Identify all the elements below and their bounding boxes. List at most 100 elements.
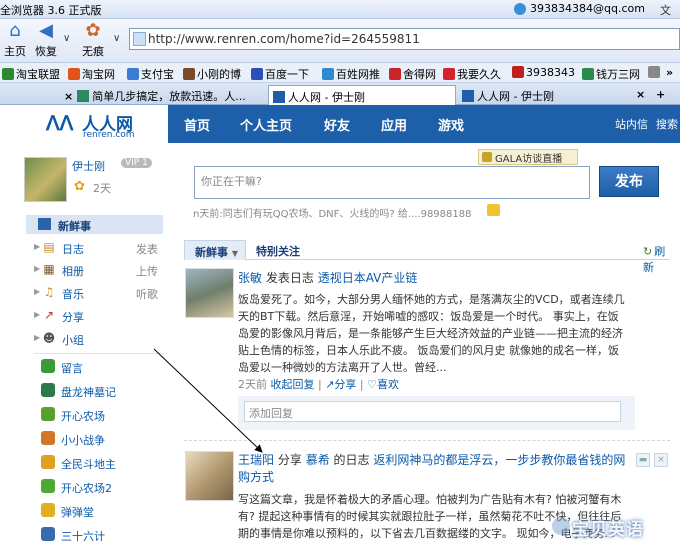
app-icon [41,455,55,469]
feed-user[interactable]: 张敏 [238,271,262,285]
nav-friends[interactable]: 好友 [324,115,350,134]
profile-name[interactable]: 伊士刚 [72,158,105,174]
favorite-item[interactable]: 3938343 [512,66,575,79]
home-icon: ⌂ [9,20,21,41]
favorite-item[interactable]: 钱万三网 [582,66,640,82]
avatar[interactable] [185,268,234,318]
vip-badge[interactable]: VIP 1 [121,158,152,168]
app-item[interactable]: 留言 [41,358,166,376]
no-trace-button[interactable]: ✿ 无痕 [78,21,108,59]
nav-profile[interactable]: 个人主页 [240,115,292,134]
browser-tab-active[interactable]: 人人网 - 伊士刚 [268,85,456,105]
publish-button[interactable]: 发布 [599,166,659,197]
sidebar-item-share[interactable]: ▶ ↗ 分享 [34,307,164,325]
account-email[interactable]: 393834384@qq.com [530,2,645,15]
chevron-down-icon[interactable]: ∨ [63,33,70,44]
sidebar-item-action[interactable]: 听歌 [136,286,158,302]
feed-user[interactable]: 王瑞阳 [238,453,274,467]
logo-mark-icon: ᐱᐱ [46,111,74,135]
app-item[interactable]: 开心农场 [41,406,166,424]
app-label: 三十六计 [61,530,105,543]
nav-apps[interactable]: 应用 [381,115,407,134]
favorite-icon [512,66,524,78]
sidebar-item-group[interactable]: ▶ ☻ 小组 [34,330,164,348]
chevron-down-icon[interactable]: ∨ [113,33,120,44]
reply-placeholder: 添加回复 [249,407,293,420]
sidebar-item-fresh[interactable]: 新鲜事 [26,215,163,234]
sidebar-item-action[interactable]: 发表 [136,241,158,257]
avatar[interactable] [185,451,234,501]
app-item[interactable]: 全民斗地主 [41,454,166,472]
favorite-item[interactable]: 淘宝网 [68,66,115,82]
reply-input[interactable]: 添加回复 [244,401,621,422]
nav-search[interactable]: 搜索 [656,116,678,132]
window-titlebar: 全浏览器 3.6 正式版 393834384@qq.com 文件 [0,0,680,33]
favorite-item[interactable]: 百姓网推 [322,66,380,82]
share-label: 分享 [334,378,357,391]
collapse-reply-link[interactable]: 收起回复 [271,378,315,391]
address-url[interactable]: http://www.renren.com/home?id=264559811 [148,32,420,46]
sidebar-item-journal[interactable]: ▶ ▤ 日志 发表 [34,239,164,257]
favorite-item[interactable]: 支付宝 [127,66,174,82]
sidebar-item-action[interactable]: 上传 [136,263,158,279]
new-tab-icon[interactable]: + [652,85,669,105]
expand-arrow-icon[interactable]: ▶ [34,310,40,319]
close-icon[interactable]: × [654,453,668,467]
favorite-icon [322,68,334,80]
favorite-item[interactable]: 我要久久 [443,66,501,82]
minimize-icon[interactable]: ▬ [636,453,650,467]
back-arrow-icon: ◀ [39,20,53,41]
nav-home[interactable]: 首页 [184,115,210,134]
feed-header: 张敏 发表日志 透视日本AV产业链 [238,269,417,286]
status-input[interactable]: 你正在干嘛? [194,166,590,199]
browser-tab[interactable]: 人人网 - 伊士刚 [458,85,628,105]
favorites-overflow-icon[interactable]: » [666,66,673,79]
renren-logo[interactable]: ᐱᐱ 人人网 renren.com [0,105,168,143]
app-label: 开心农场 [61,410,105,423]
favorite-item[interactable]: 舍得网 [389,66,436,82]
feed-owner-suffix: 的日志 [333,453,370,467]
close-icon[interactable]: × [64,90,73,103]
favorite-icon [582,68,594,80]
tab-fresh[interactable]: 新鲜事 ▼ [184,240,246,260]
app-item[interactable]: 三十六计 [41,526,166,544]
home-label: 主页 [4,45,26,58]
favorite-item[interactable] [648,66,662,79]
refresh-button[interactable]: 刷新 [643,243,670,275]
like-link[interactable]: ♡喜欢 [367,378,399,391]
gala-live-badge[interactable]: GALA访谈直播 [478,149,578,165]
no-trace-label: 无痕 [82,45,104,58]
close-icon[interactable]: × [632,85,649,105]
user-icon [514,3,526,15]
nav-games[interactable]: 游戏 [438,115,464,134]
address-bar[interactable]: http://www.renren.com/home?id=264559811 [129,28,680,50]
favorite-label: 钱万三网 [596,68,640,81]
feed-title-link[interactable]: 透视日本AV产业链 [318,271,418,285]
restore-button[interactable]: ◀ 恢复 [31,21,61,59]
feed-owner[interactable]: 慕希 [306,453,330,467]
app-item[interactable]: 弹弹堂 [41,502,166,520]
expand-arrow-icon[interactable]: ▶ [34,242,40,251]
favorite-item[interactable]: 小刚的博 [183,66,241,82]
app-item[interactable]: 盘龙神墓记 [41,382,166,400]
expand-arrow-icon[interactable]: ▶ [34,287,40,296]
chevron-down-icon[interactable]: ▼ [232,249,238,258]
share-link[interactable]: ↗分享 [325,378,356,391]
home-button[interactable]: ⌂ 主页 [0,21,30,59]
browser-tab[interactable]: × 简单几步搞定，放款迅速。人... [60,85,264,105]
favorite-label: 3938343 [526,66,575,79]
tab-special-focus[interactable]: 特别关注 [256,243,300,259]
expand-arrow-icon[interactable]: ▶ [34,333,40,342]
watermark: 宝贝英语 [572,520,644,540]
favorite-item[interactable]: 百度一下 [251,66,309,82]
expand-arrow-icon[interactable]: ▶ [34,264,40,273]
app-item[interactable]: 开心农场2 [41,478,166,496]
avatar[interactable] [24,157,67,202]
favorite-icon [389,68,401,80]
sidebar-item-music[interactable]: ▶ ♫ 音乐 听歌 [34,284,164,302]
app-item[interactable]: 小小战争 [41,430,166,448]
sidebar-item-album[interactable]: ▶ ▦ 相册 上传 [34,261,164,279]
last-status[interactable]: n天前:同志们有玩QQ农场、DNF、火线的吗? 给....98988188 [193,205,471,220]
nav-messages[interactable]: 站内信 [615,116,648,132]
favorite-item[interactable]: 淘宝联盟 [2,66,60,82]
